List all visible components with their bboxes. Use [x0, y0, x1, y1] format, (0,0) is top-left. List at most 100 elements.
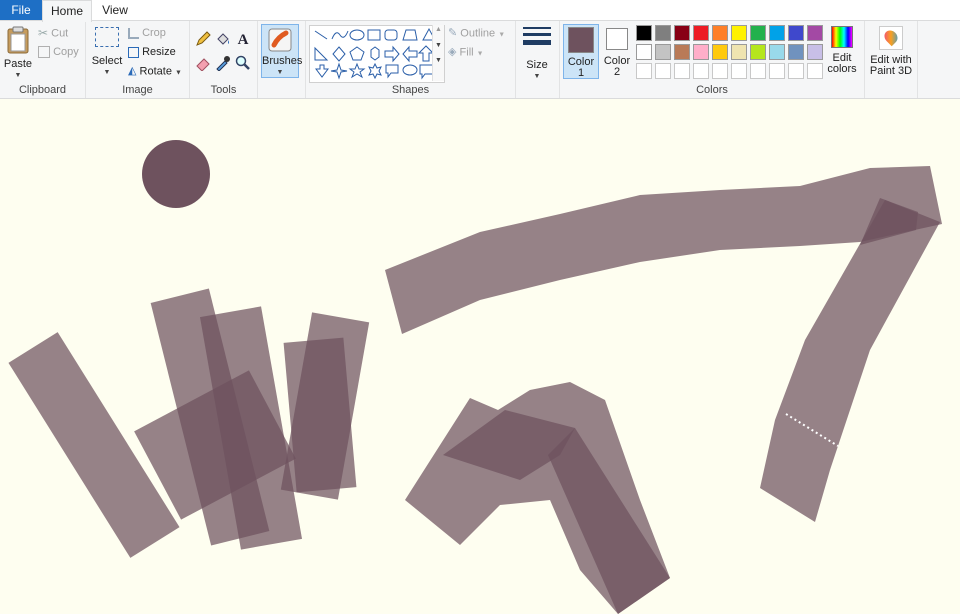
eyedropper-icon: [216, 56, 230, 72]
palette-swatch[interactable]: [807, 44, 823, 60]
edit-colors-button[interactable]: Edit colors: [824, 26, 860, 75]
palette-swatch[interactable]: [712, 25, 728, 41]
palette-swatch[interactable]: [731, 25, 747, 41]
menu-tab-bar: File Home View: [0, 0, 960, 22]
color-picker-tool[interactable]: [214, 55, 232, 73]
fill-button[interactable]: ◈ Fill ▼: [448, 44, 484, 61]
custom-color-slot[interactable]: [731, 63, 747, 79]
copy-label: Copy: [53, 46, 79, 58]
color2-button[interactable]: Color 2: [602, 24, 632, 79]
palette-swatch[interactable]: [693, 44, 709, 60]
brushes-button[interactable]: Brushes ▼: [261, 24, 303, 78]
custom-color-slot[interactable]: [769, 63, 785, 79]
custom-color-slot[interactable]: [693, 63, 709, 79]
shapes-scroll-down-icon: ▼: [435, 42, 442, 49]
edit-with-paint3d-button[interactable]: Edit with Paint 3D: [866, 26, 916, 77]
fill-label: Fill: [459, 46, 474, 59]
custom-color-slot[interactable]: [788, 63, 804, 79]
shapes-gallery-icons: [314, 27, 436, 80]
color2-swatch: [606, 28, 628, 50]
rotate-button[interactable]: ◭ Rotate ▼: [128, 63, 182, 80]
fill-tool[interactable]: [214, 31, 232, 49]
palette-swatch[interactable]: [788, 25, 804, 41]
pencil-tool[interactable]: [194, 31, 212, 49]
color1-button[interactable]: Color 1: [563, 24, 599, 79]
tools-group-label: Tools: [210, 84, 237, 96]
text-icon: A: [237, 32, 249, 48]
palette-swatch[interactable]: [750, 25, 766, 41]
brush-icon: [268, 28, 292, 52]
image-group-label: Image: [122, 84, 153, 96]
drawing-canvas[interactable]: [0, 99, 960, 614]
paint3d-group: Edit with Paint 3D: [865, 21, 918, 98]
palette-swatch[interactable]: [655, 44, 671, 60]
color-palette: [636, 25, 826, 85]
select-icon: [95, 27, 119, 47]
brushes-label: Brushes: [262, 55, 303, 67]
palette-swatch[interactable]: [693, 25, 709, 41]
paint3d-label-2: Paint 3D: [869, 65, 913, 77]
palette-swatch[interactable]: [636, 44, 652, 60]
canvas-drawing: [8, 140, 942, 614]
palette-swatch[interactable]: [674, 25, 690, 41]
resize-label: Resize: [142, 46, 176, 58]
eraser-tool[interactable]: [194, 55, 212, 73]
custom-color-slot[interactable]: [674, 63, 690, 79]
palette-swatch[interactable]: [712, 44, 728, 60]
palette-swatch[interactable]: [750, 44, 766, 60]
color1-number: 1: [577, 67, 585, 79]
shapes-gallery[interactable]: [309, 25, 445, 83]
line-width-icon: [523, 27, 551, 45]
paste-button[interactable]: Paste ▼: [3, 26, 33, 81]
palette-swatch[interactable]: [636, 25, 652, 41]
tab-view[interactable]: View: [92, 0, 138, 20]
fill-caret-icon: ▼: [476, 50, 484, 58]
copy-button[interactable]: Copy: [38, 44, 79, 61]
magnifier-icon: [235, 55, 250, 70]
paste-label: Paste: [3, 58, 33, 70]
select-button[interactable]: Select ▼: [90, 27, 124, 78]
size-group: Size ▼: [516, 21, 560, 98]
crop-label: Crop: [142, 27, 166, 39]
cut-button[interactable]: ✂ Cut: [38, 25, 68, 42]
palette-swatch[interactable]: [655, 25, 671, 41]
outline-caret-icon: ▼: [498, 31, 506, 39]
color2-number: 2: [613, 66, 621, 78]
brushes-caret-icon: ▼: [276, 69, 284, 76]
custom-color-slot[interactable]: [750, 63, 766, 79]
color1-swatch: [568, 27, 594, 53]
size-button[interactable]: Size ▼: [520, 27, 554, 82]
rotate-caret-icon: ▼: [175, 69, 182, 77]
scissors-icon: ✂: [38, 26, 49, 40]
crop-button[interactable]: Crop: [128, 25, 166, 42]
palette-swatch[interactable]: [674, 44, 690, 60]
paste-caret-icon: ▼: [14, 72, 22, 79]
paint3d-icon: [879, 26, 903, 50]
custom-color-slot[interactable]: [636, 63, 652, 79]
tab-home[interactable]: Home: [42, 0, 92, 22]
shapes-scroll[interactable]: ▲ ▼ ▼: [432, 25, 444, 81]
palette-swatch[interactable]: [769, 25, 785, 41]
resize-button[interactable]: Resize: [128, 44, 176, 61]
painted-stroke-right: [760, 200, 940, 522]
edit-colors-label-2: colors: [827, 63, 857, 75]
outline-button[interactable]: ✎ Outline ▼: [448, 25, 505, 42]
text-tool[interactable]: A: [234, 31, 252, 49]
rotate-label: Rotate: [139, 65, 172, 78]
color-wheel-icon: [831, 26, 853, 48]
palette-swatch[interactable]: [807, 25, 823, 41]
palette-swatch[interactable]: [769, 44, 785, 60]
magnifier-tool[interactable]: [234, 55, 252, 73]
shapes-group: ▲ ▼ ▼ ✎ Outline ▼ ◈ Fill ▼ Shapes: [306, 21, 516, 98]
tools-group: A Tools: [190, 21, 258, 98]
custom-color-slot[interactable]: [807, 63, 823, 79]
tab-file[interactable]: File: [0, 0, 42, 20]
shape-fill-icon: ◈: [448, 46, 457, 58]
colors-group-label: Colors: [696, 84, 728, 96]
shapes-group-label: Shapes: [391, 84, 430, 96]
crop-icon: [128, 27, 139, 39]
palette-swatch[interactable]: [731, 44, 747, 60]
palette-swatch[interactable]: [788, 44, 804, 60]
custom-color-slot[interactable]: [712, 63, 728, 79]
custom-color-slot[interactable]: [655, 63, 671, 79]
